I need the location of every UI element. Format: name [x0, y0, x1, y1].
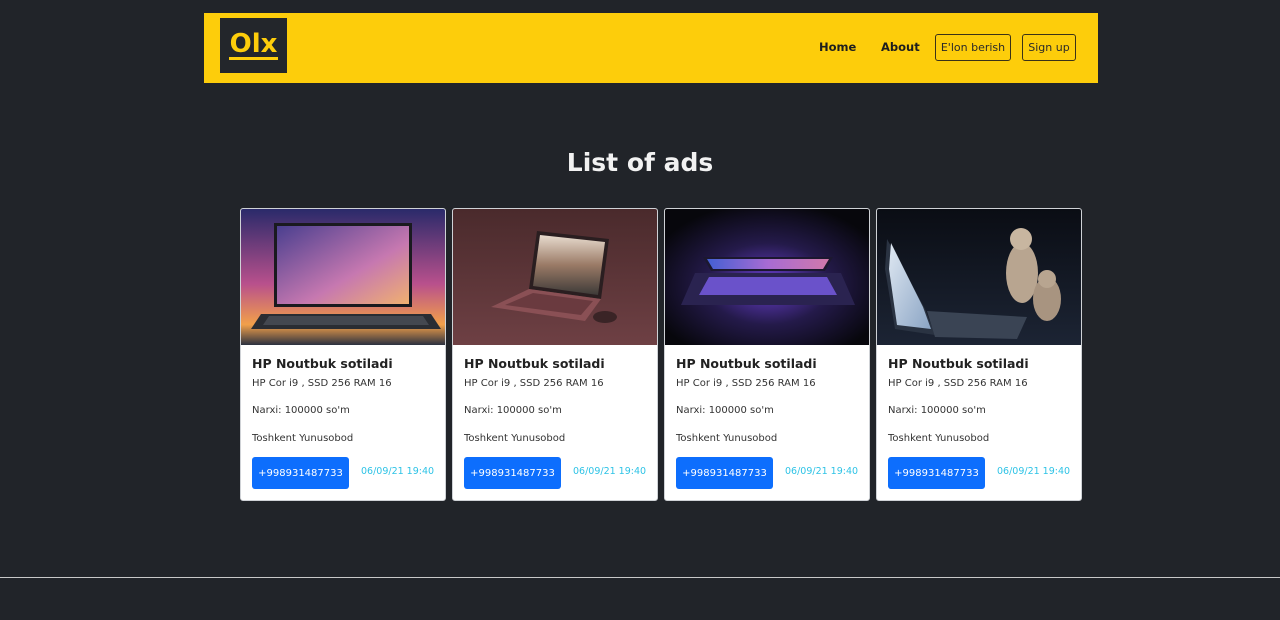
ad-price: Narxi: 100000 so'm [888, 405, 986, 416]
laptop-cats-image [877, 209, 1081, 345]
footer-divider [0, 577, 1280, 578]
phone-button[interactable]: +998931487733 [888, 457, 985, 489]
ad-price: Narxi: 100000 so'm [676, 405, 774, 416]
page-title: List of ads [566, 148, 714, 177]
ad-title: HP Noutbuk sotiladi [464, 356, 605, 371]
ad-specs: HP Cor i9 , SSD 256 RAM 16 [888, 378, 1028, 389]
olx-logo[interactable]: Olx [220, 18, 287, 73]
ad-card[interactable]: HP Noutbuk sotiladi HP Cor i9 , SSD 256 … [452, 208, 658, 501]
nav-about-link[interactable]: About [881, 40, 920, 54]
ad-specs: HP Cor i9 , SSD 256 RAM 16 [676, 378, 816, 389]
navbar: Olx Home About E'lon berish Sign up [204, 13, 1098, 83]
ad-specs: HP Cor i9 , SSD 256 RAM 16 [252, 378, 392, 389]
ad-price: Narxi: 100000 so'm [252, 405, 350, 416]
ad-price: Narxi: 100000 so'm [464, 405, 562, 416]
phone-button[interactable]: +998931487733 [252, 457, 349, 489]
ad-date: 06/09/21 19:40 [573, 466, 647, 477]
ad-location: Toshkent Yunusobod [888, 433, 990, 444]
ad-title: HP Noutbuk sotiladi [676, 356, 817, 371]
ad-location: Toshkent Yunusobod [252, 433, 354, 444]
ad-date: 06/09/21 19:40 [785, 466, 859, 477]
laptop-maroon-image [453, 209, 657, 345]
ad-date: 06/09/21 19:40 [361, 466, 435, 477]
laptop-galaxy-image [241, 209, 445, 345]
logo-text: Olx [228, 28, 279, 60]
ad-title: HP Noutbuk sotiladi [252, 356, 393, 371]
laptop-purple-glow-image [665, 209, 869, 345]
signup-button[interactable]: Sign up [1022, 34, 1076, 61]
ad-title: HP Noutbuk sotiladi [888, 356, 1029, 371]
phone-button[interactable]: +998931487733 [464, 457, 561, 489]
ad-card[interactable]: HP Noutbuk sotiladi HP Cor i9 , SSD 256 … [664, 208, 870, 501]
ad-date: 06/09/21 19:40 [997, 466, 1071, 477]
nav-home-link[interactable]: Home [819, 40, 856, 54]
phone-button[interactable]: +998931487733 [676, 457, 773, 489]
ad-location: Toshkent Yunusobod [464, 433, 566, 444]
ad-card[interactable]: HP Noutbuk sotiladi HP Cor i9 , SSD 256 … [240, 208, 446, 501]
ad-location: Toshkent Yunusobod [676, 433, 778, 444]
ad-card[interactable]: HP Noutbuk sotiladi HP Cor i9 , SSD 256 … [876, 208, 1082, 501]
post-ad-button[interactable]: E'lon berish [935, 34, 1011, 61]
ad-specs: HP Cor i9 , SSD 256 RAM 16 [464, 378, 604, 389]
